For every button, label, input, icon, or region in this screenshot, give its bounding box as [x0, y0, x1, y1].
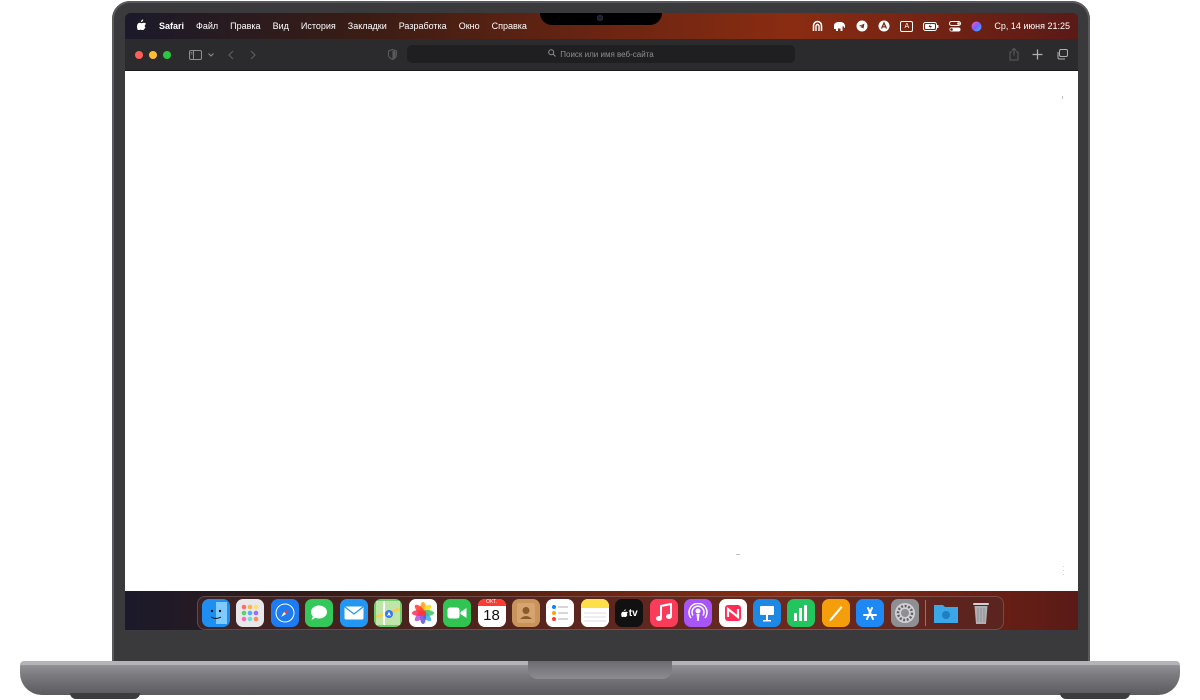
podcasts-icon [688, 603, 708, 623]
page-artifact [1062, 96, 1063, 99]
trash-icon [972, 601, 990, 625]
apple-tv-label: tv [628, 607, 638, 619]
finder-icon [205, 602, 227, 624]
dock-app-trash[interactable] [967, 599, 995, 627]
safari-icon [274, 602, 296, 624]
menu-window[interactable]: Окно [453, 21, 486, 31]
dock-app-podcasts[interactable] [684, 599, 713, 627]
dock-app-launchpad[interactable] [236, 599, 265, 627]
messages-icon [309, 604, 329, 622]
system-settings-icon [893, 601, 917, 625]
elephant-icon[interactable] [833, 20, 846, 33]
dock-app-downloads-folder[interactable] [932, 599, 960, 627]
numbers-icon [792, 604, 810, 622]
dock-app-tv[interactable]: tv [615, 599, 644, 627]
mail-icon [344, 606, 364, 620]
search-icon [548, 49, 557, 59]
keyboard-layout-label: A [900, 20, 914, 32]
menu-develop[interactable]: Разработка [393, 21, 453, 31]
share-icon[interactable] [1009, 48, 1019, 61]
facetime-icon [447, 607, 467, 619]
notes-icon [580, 599, 609, 627]
dock-app-photos[interactable] [408, 599, 437, 627]
dock-app-numbers[interactable] [787, 599, 816, 627]
dock-app-keynote[interactable] [753, 599, 781, 627]
address-placeholder: Поиск или имя веб-сайта [560, 49, 654, 59]
keynote-icon [757, 603, 777, 623]
address-bar[interactable]: Поиск или имя веб-сайта [407, 45, 795, 63]
new-tab-icon[interactable] [1032, 49, 1043, 60]
dock-app-calendar[interactable]: ОКТ. 18 [477, 599, 506, 627]
dock-app-music[interactable] [649, 599, 678, 627]
reminders-icon [550, 603, 570, 623]
launchpad-icon [240, 603, 260, 623]
laptop-opening-notch [528, 661, 672, 679]
page-artifact [736, 554, 740, 555]
music-icon [655, 603, 673, 623]
window-controls [135, 50, 171, 59]
forward-icon[interactable] [250, 50, 256, 60]
web-content[interactable]: · · · [125, 71, 1078, 591]
more-dots-icon[interactable]: · · · [1062, 563, 1065, 579]
siri-icon[interactable] [970, 20, 983, 33]
apple-logo-icon [621, 604, 629, 622]
safari-toolbar: Поиск или имя веб-сайта [125, 39, 1078, 71]
dock-app-maps[interactable] [374, 599, 403, 627]
vpn-arch-icon[interactable] [811, 20, 824, 33]
laptop-foot-right [1060, 693, 1130, 699]
menu-clock[interactable]: Ср, 14 июня 21:25 [994, 21, 1070, 31]
dock-app-messages[interactable] [305, 599, 334, 627]
laptop-frame: Safari Файл Правка Вид История Закладки … [0, 0, 1200, 700]
dock-app-reminders[interactable] [546, 599, 575, 627]
app-a-icon[interactable] [877, 20, 890, 33]
camera-notch [540, 13, 662, 25]
dock-app-news[interactable] [718, 599, 747, 627]
control-center-icon[interactable] [948, 20, 961, 33]
menu-file[interactable]: Файл [190, 21, 224, 31]
menu-bookmarks[interactable]: Закладки [342, 21, 393, 31]
news-icon [723, 603, 743, 623]
calendar-month: ОКТ. [477, 599, 506, 606]
menu-edit[interactable]: Правка [224, 21, 266, 31]
dock-app-contacts[interactable] [511, 599, 540, 627]
menu-app-name[interactable]: Safari [153, 21, 190, 31]
dock: ОКТ. 18 tv [197, 596, 1004, 630]
dock-separator [925, 600, 927, 626]
keyboard-layout-icon[interactable]: A [899, 20, 914, 33]
screen: Safari Файл Правка Вид История Закладки … [125, 13, 1078, 630]
laptop-foot-left [70, 693, 140, 699]
dock-app-app-store[interactable] [856, 599, 885, 627]
back-icon[interactable] [228, 50, 234, 60]
menu-history[interactable]: История [295, 21, 342, 31]
pages-icon [827, 604, 845, 622]
dock-app-mail[interactable] [339, 599, 368, 627]
apple-menu-icon[interactable] [129, 19, 153, 33]
close-button[interactable] [135, 50, 143, 59]
menu-help[interactable]: Справка [486, 21, 533, 31]
fullscreen-button[interactable] [163, 50, 171, 59]
app-store-icon [861, 604, 879, 622]
contacts-icon [516, 602, 536, 624]
maps-icon [376, 601, 401, 625]
status-area: A Ср, 14 июня 21:25 [811, 13, 1070, 39]
sidebar-toggle-icon[interactable] [189, 49, 202, 60]
dock-app-notes[interactable] [580, 599, 609, 627]
tab-overview-icon[interactable] [1056, 49, 1068, 60]
minimize-button[interactable] [149, 50, 157, 59]
dock-app-safari[interactable] [270, 599, 299, 627]
telegram-icon[interactable] [855, 20, 868, 33]
chevron-down-icon[interactable] [208, 52, 214, 57]
menu-view[interactable]: Вид [267, 21, 295, 31]
privacy-shield-icon[interactable] [388, 49, 397, 60]
photos-icon [411, 602, 434, 624]
downloads-folder-icon [933, 602, 959, 624]
dock-app-system-settings[interactable] [890, 599, 919, 627]
calendar-day: 18 [483, 607, 500, 624]
dock-app-facetime[interactable] [443, 599, 472, 627]
dock-app-pages[interactable] [821, 599, 850, 627]
dock-app-finder[interactable] [202, 599, 230, 627]
camera-icon [597, 15, 603, 21]
battery-icon[interactable] [923, 20, 939, 33]
